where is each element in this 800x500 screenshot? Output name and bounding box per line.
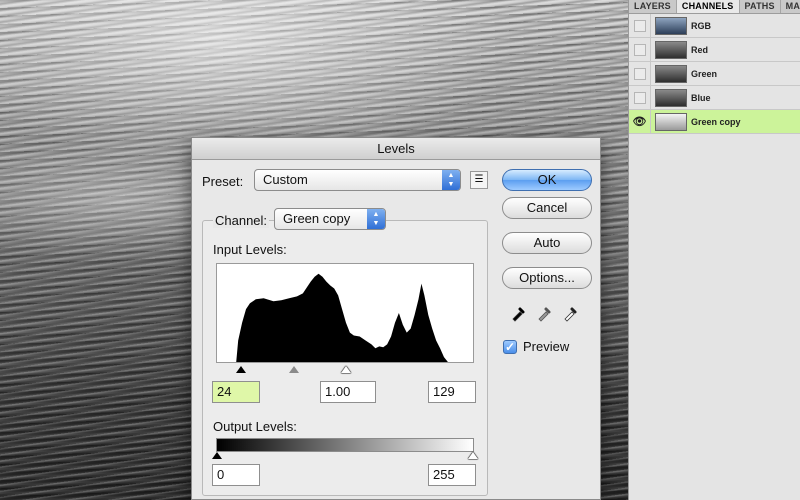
output-levels-label: Output Levels:	[213, 419, 297, 434]
preset-value: Custom	[263, 172, 308, 187]
channel-thumbnail	[655, 112, 687, 131]
visibility-toggle[interactable]	[629, 13, 651, 38]
updown-arrows-icon: ▲ ▼	[367, 209, 385, 229]
preset-options-icon[interactable]: ☰	[470, 171, 488, 189]
channel-value: Green copy	[283, 211, 351, 226]
channel-row-green[interactable]: Green	[629, 61, 800, 86]
input-white-field[interactable]: 129	[428, 381, 476, 403]
output-white-slider[interactable]	[468, 452, 478, 459]
visibility-toggle[interactable]	[629, 37, 651, 62]
channel-name: Green copy	[691, 116, 741, 127]
output-black-field[interactable]: 0	[212, 464, 260, 486]
output-gradient	[216, 438, 474, 452]
preset-select[interactable]: Custom ▲ ▼	[254, 169, 461, 191]
channel-name: Green	[691, 68, 718, 79]
tab-layers[interactable]: LAYERS	[629, 0, 677, 13]
options-button[interactable]: Options...	[502, 267, 592, 289]
input-white-slider[interactable]	[341, 366, 351, 373]
channel-name: RGB	[691, 20, 711, 31]
channel-label: Channel:	[213, 213, 270, 228]
eye-icon: 👁	[632, 116, 647, 128]
tab-paths[interactable]: PATHS	[740, 0, 781, 13]
channel-select[interactable]: Green copy ▲ ▼	[274, 208, 386, 230]
preset-label: Preset:	[202, 174, 244, 189]
preview-checkbox[interactable]: ✓	[503, 340, 517, 354]
channel-row-rgb[interactable]: RGB	[629, 13, 800, 38]
ok-button[interactable]: OK	[502, 169, 592, 191]
gray-eyedropper-icon[interactable]	[536, 304, 554, 322]
preview-label: Preview	[523, 339, 570, 354]
updown-arrows-icon: ▲ ▼	[442, 170, 460, 190]
levels-dialog: Levels Preset: Custom ▲ ▼ ☰ OK Cancel Aut…	[191, 137, 601, 500]
input-gamma-field[interactable]: 1.00	[320, 381, 376, 403]
input-levels-label: Input Levels:	[213, 242, 287, 257]
channel-name: Red	[691, 44, 709, 55]
channel-row-blue[interactable]: Blue	[629, 85, 800, 110]
channel-row-green-copy[interactable]: 👁 Green copy	[629, 109, 800, 134]
visibility-toggle[interactable]	[629, 61, 651, 86]
channels-panel: LAYERS CHANNELS PATHS MASKS RGB Red Gree…	[628, 0, 800, 500]
auto-button[interactable]: Auto	[502, 232, 592, 254]
dialog-title[interactable]: Levels	[192, 138, 600, 160]
tab-channels[interactable]: CHANNELS	[676, 0, 740, 13]
histogram	[216, 263, 474, 363]
output-black-slider[interactable]	[212, 452, 222, 459]
input-black-field[interactable]: 24	[212, 381, 260, 403]
channel-thumbnail	[655, 16, 687, 35]
visibility-toggle[interactable]	[629, 85, 651, 110]
channel-thumbnail	[655, 88, 687, 107]
channel-name: Blue	[691, 92, 711, 103]
input-gamma-slider[interactable]	[289, 366, 299, 373]
visibility-toggle[interactable]: 👁	[629, 109, 651, 134]
channel-thumbnail	[655, 40, 687, 59]
black-eyedropper-icon[interactable]	[510, 304, 528, 322]
white-eyedropper-icon[interactable]	[562, 304, 580, 322]
tab-masks[interactable]: MASKS	[781, 0, 800, 13]
panel-tabs: LAYERS CHANNELS PATHS MASKS	[629, 0, 800, 14]
channel-thumbnail	[655, 64, 687, 83]
output-white-field[interactable]: 255	[428, 464, 476, 486]
cancel-button[interactable]: Cancel	[502, 197, 592, 219]
input-black-slider[interactable]	[236, 366, 246, 373]
channel-row-red[interactable]: Red	[629, 37, 800, 62]
